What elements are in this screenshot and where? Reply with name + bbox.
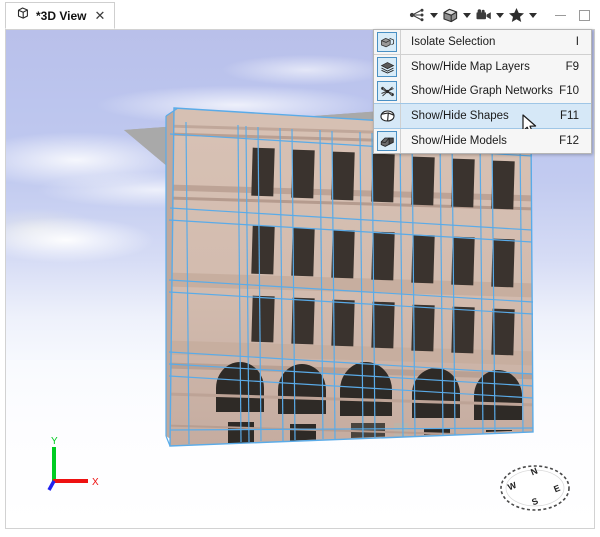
menu-item-shortcut: I [553, 36, 591, 48]
maximize-icon [579, 10, 590, 21]
graph-network-dropdown-arrow[interactable] [428, 4, 440, 26]
star-icon[interactable] [506, 4, 527, 26]
menu-item-label: Show/Hide Models [401, 135, 553, 147]
3d-view-window: *3D View ✕ [0, 0, 600, 537]
map-layers-icon [374, 55, 400, 79]
visibility-dropdown-menu[interactable]: Isolate Selection I Show/Hide Map Layers… [373, 29, 592, 154]
menu-item-label: Show/Hide Shapes [401, 110, 553, 122]
axis-y-label: Y [51, 436, 58, 447]
menu-item-show-hide-graph-networks[interactable]: Show/Hide Graph Networks F10 [374, 79, 591, 103]
menu-item-shortcut: F10 [553, 85, 591, 97]
tab-3d-view[interactable]: *3D View ✕ [5, 2, 115, 29]
close-icon[interactable]: ✕ [94, 9, 105, 22]
tab-label: *3D View [36, 9, 86, 23]
star-dropdown-arrow[interactable] [527, 4, 539, 26]
menu-item-label: Show/Hide Graph Networks [401, 85, 553, 97]
menu-item-show-hide-map-layers[interactable]: Show/Hide Map Layers F9 [374, 55, 591, 79]
graph-network-icon[interactable] [407, 4, 428, 26]
minimize-button[interactable] [548, 4, 572, 26]
graph-networks-icon [374, 79, 400, 103]
compass-rose: N E S W [491, 458, 579, 518]
toolbar-spacer [539, 15, 548, 16]
cube-icon [16, 6, 30, 25]
camera-dropdown-arrow[interactable] [494, 4, 506, 26]
camera-icon[interactable] [473, 4, 494, 26]
menu-item-show-hide-shapes[interactable]: Show/Hide Shapes F11 [374, 103, 591, 129]
shapes-box-icon[interactable] [440, 4, 461, 26]
menu-item-shortcut: F11 [553, 110, 591, 122]
tab-strip: *3D View ✕ [0, 0, 600, 30]
menu-item-label: Isolate Selection [401, 36, 553, 48]
minimize-icon [555, 15, 566, 16]
shapes-icon [374, 104, 400, 128]
menu-item-show-hide-models[interactable]: Show/Hide Models F12 [374, 129, 591, 153]
models-icon [374, 129, 400, 153]
menu-item-shortcut: F12 [553, 135, 591, 147]
menu-item-label: Show/Hide Map Layers [401, 61, 553, 73]
menu-item-shortcut: F9 [553, 61, 591, 73]
isolate-selection-icon [374, 30, 400, 54]
maximize-button[interactable] [572, 4, 596, 26]
menu-item-isolate-selection[interactable]: Isolate Selection I [374, 30, 591, 54]
axis-x-label: X [92, 477, 99, 488]
shapes-box-dropdown-arrow[interactable] [461, 4, 473, 26]
axis-gizmo: Y X [36, 433, 106, 493]
view-toolbar [407, 2, 596, 28]
